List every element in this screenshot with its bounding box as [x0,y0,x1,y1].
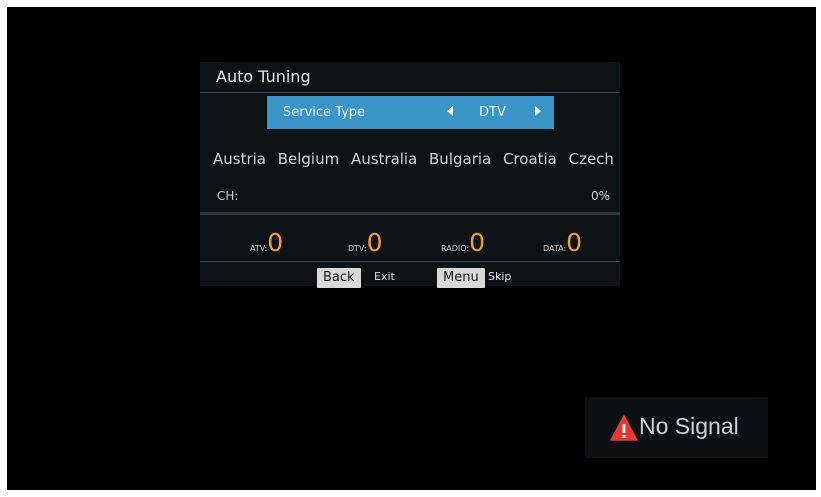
counter-value: 0 [566,228,583,257]
title-divider [200,92,620,93]
bottom-divider [200,261,620,262]
tv-screen: Auto Tuning Service Type DTV Austria Bel… [7,7,816,490]
counter-label: ATV: [250,244,268,253]
arrow-left-icon[interactable] [447,106,453,116]
dtv-counter: DTV:0 [348,230,382,256]
back-key-button[interactable]: Back [317,268,361,288]
country-item: Belgium [277,150,340,168]
service-type-selector[interactable]: Service Type DTV [267,96,554,129]
service-type-label: Service Type [283,105,366,120]
radio-counter: RADIO:0 [441,230,485,256]
country-item: Croatia [502,150,557,168]
arrow-right-icon[interactable] [535,106,541,116]
warning-icon [610,415,638,441]
country-item: Czech [568,150,614,168]
no-signal-text: No Signal [639,413,739,439]
counter-label: RADIO: [441,244,470,253]
counter-value: 0 [366,228,383,257]
no-signal-banner: No Signal [585,397,768,458]
channel-counters: ATV:0 DTV:0 RADIO:0 DATA:0 [200,222,620,256]
progress-bar [200,212,620,215]
country-item: Australia [350,150,418,168]
dialog-title: Auto Tuning [216,67,311,86]
counter-label: DTV: [348,244,367,253]
country-item: Bulgaria [429,150,492,168]
counter-label: DATA: [543,244,567,253]
menu-key-button[interactable]: Menu [437,268,485,288]
progress-percent: 0% [590,189,610,203]
channel-label: CH: [217,189,239,203]
service-type-value: DTV [479,105,506,120]
country-item: Austria [213,150,266,168]
counter-value: 0 [469,228,485,257]
atv-counter: ATV:0 [250,230,283,256]
counter-value: 0 [267,228,284,257]
back-key-action: Exit [374,270,395,283]
menu-key-action: Skip [488,270,512,283]
auto-tuning-dialog: Auto Tuning Service Type DTV Austria Bel… [200,62,620,288]
country-list: Austria Belgium Australia Bulgaria Croat… [200,150,620,168]
data-counter: DATA:0 [543,230,582,256]
